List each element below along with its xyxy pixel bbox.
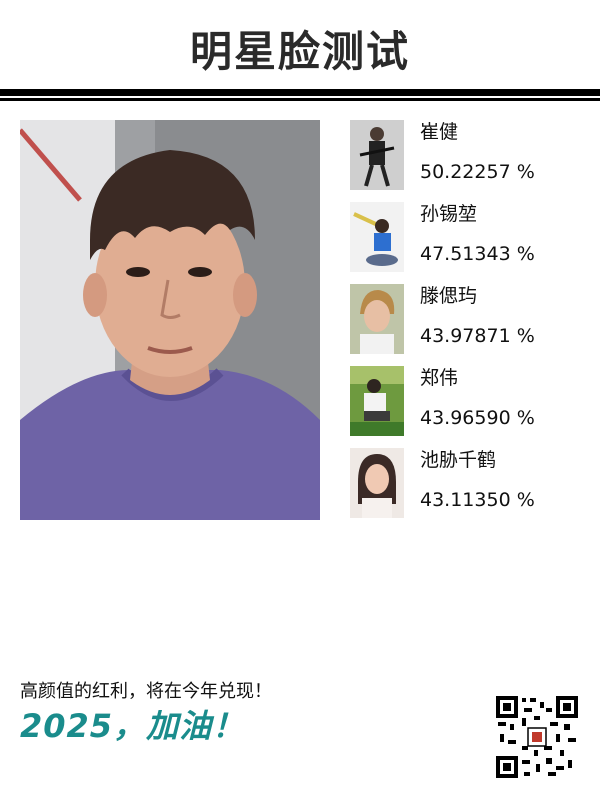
celebrity-photo: [350, 366, 404, 436]
header-divider-thick: [0, 89, 600, 96]
page-title: 明星脸测试: [189, 27, 410, 76]
result-item[interactable]: 滕偲玙 43.97871 %: [350, 284, 580, 354]
celebrity-photo: [350, 448, 404, 518]
similarity-score: 47.51343 %: [420, 243, 535, 265]
uploaded-face-photo: [20, 120, 320, 520]
result-item[interactable]: 郑伟 43.96590 %: [350, 366, 580, 436]
result-item[interactable]: 孙锡堃 47.51343 %: [350, 202, 580, 272]
celebrity-name: 滕偲玙: [420, 285, 478, 307]
similarity-score: 43.11350 %: [420, 489, 535, 511]
cheer-banner: 2025，加油！: [20, 707, 246, 745]
result-item[interactable]: 池胁千鹤 43.11350 %: [350, 448, 580, 518]
lookalike-results: 崔健 50.22257 % 孙锡堃 47.51343 % 滕偲玙 43.9787…: [350, 120, 580, 520]
celebrity-photo: [350, 284, 404, 354]
slogan-text: 高颜值的红利，将在今年兑现！: [20, 681, 272, 702]
celebrity-name: 池胁千鹤: [420, 449, 497, 471]
celebrity-name: 崔健: [420, 121, 459, 143]
similarity-score: 43.96590 %: [420, 407, 535, 429]
header-divider-thin: [0, 98, 600, 101]
celebrity-name: 孙锡堃: [420, 203, 478, 225]
celebrity-photo: [350, 202, 404, 272]
qr-code[interactable]: [494, 694, 580, 780]
similarity-score: 43.97871 %: [420, 325, 535, 347]
result-item[interactable]: 崔健 50.22257 %: [350, 120, 580, 190]
celebrity-photo: [350, 120, 404, 190]
qr-code-icon: [494, 694, 580, 780]
similarity-score: 50.22257 %: [420, 161, 535, 183]
celebrity-name: 郑伟: [420, 367, 459, 389]
uploaded-face-illustration: [20, 120, 320, 520]
